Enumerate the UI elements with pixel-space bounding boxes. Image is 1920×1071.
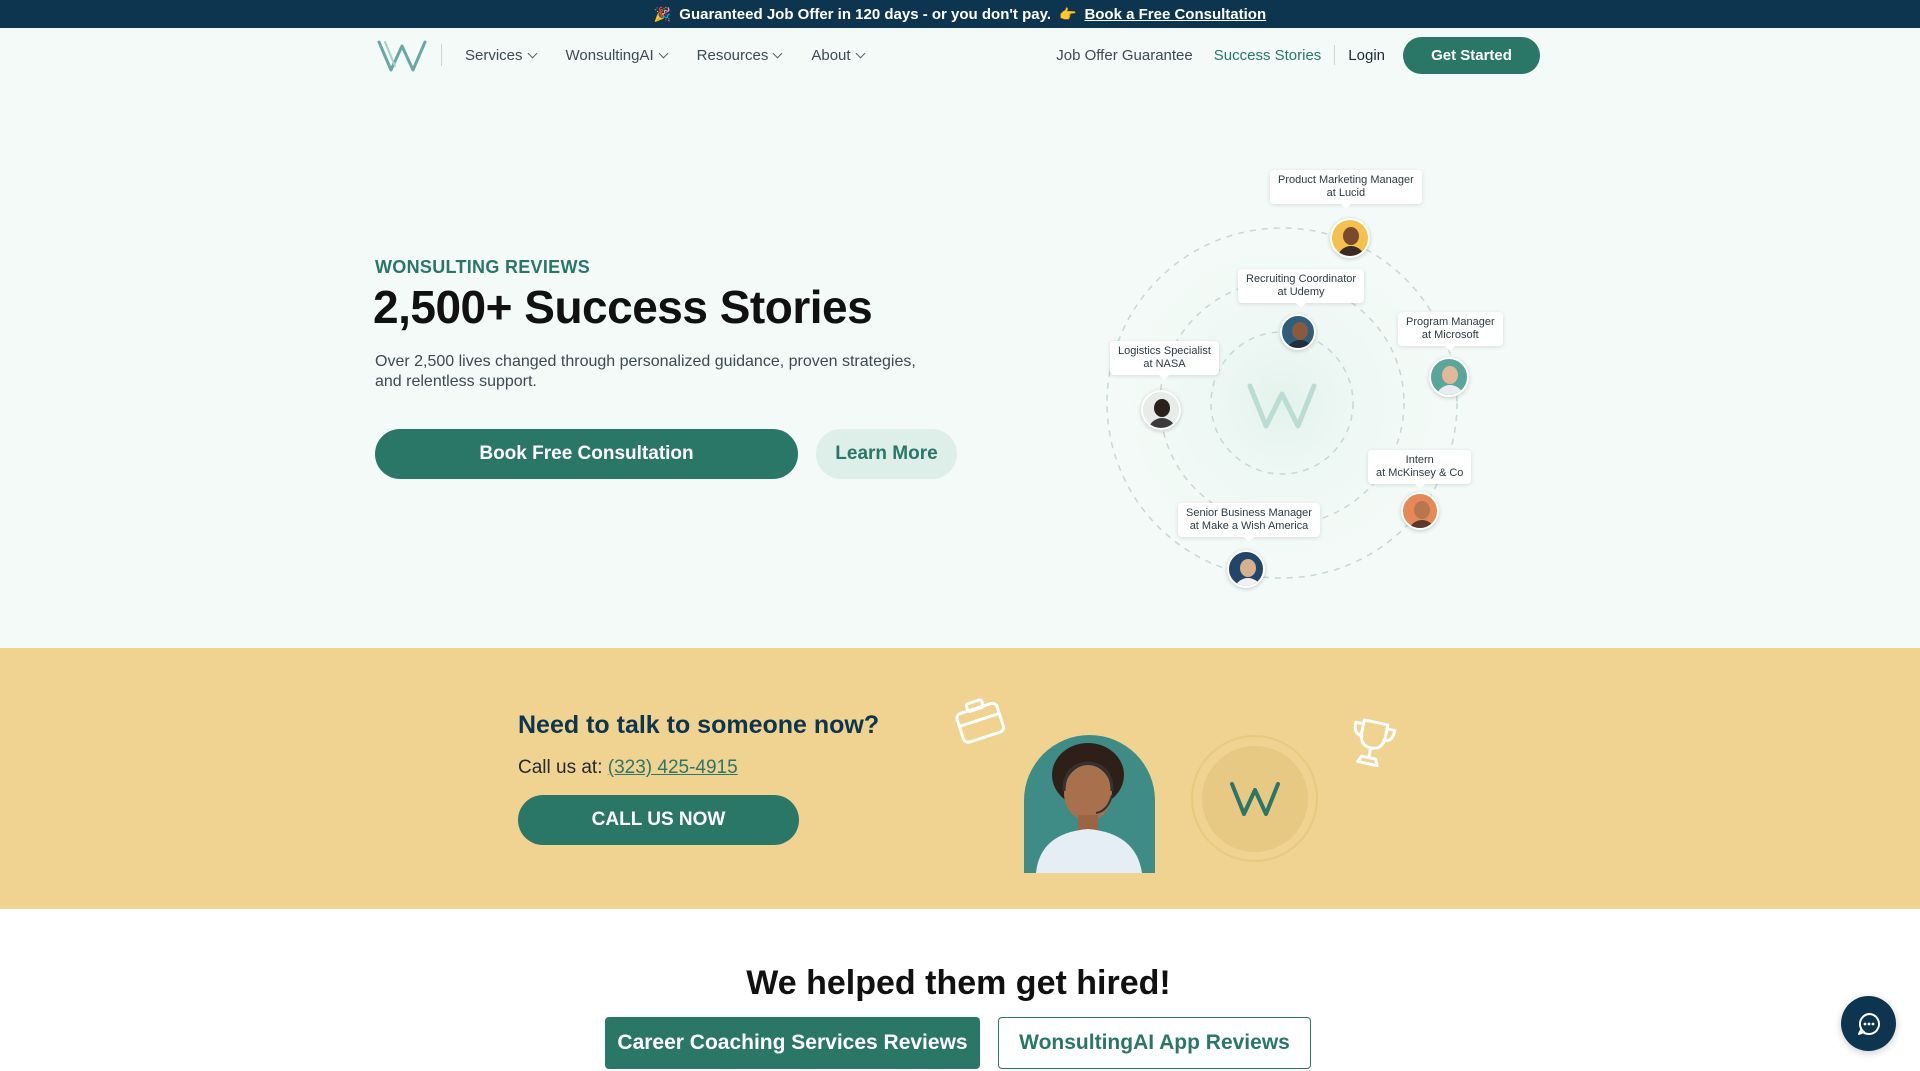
call-band [0,648,1920,909]
avatar [1280,314,1316,350]
book-free-consultation-button[interactable]: Book Free Consultation [375,429,798,479]
story-role: Program Manager [1406,316,1495,328]
chevron-down-icon [658,48,669,58]
party-icon: 🎉 [653,5,672,22]
story-company: at Udemy [1277,286,1325,298]
story-company: at NASA [1143,358,1186,370]
story-role: Product Marketing Manager [1278,174,1414,186]
hero-eyebrow: WONSULTING REVIEWS [375,257,591,277]
story-label: Senior Business Manager at Make a Wish A… [1178,503,1320,542]
call-prefix: Call us at: [518,757,603,778]
briefcase-icon [955,698,1006,744]
tab-career-coaching-reviews[interactable]: Career Coaching Services Reviews [605,1017,980,1069]
call-us-now-button[interactable]: CALL US NOW [518,795,799,845]
story-label: Product Marketing Manager at Lucid [1270,170,1422,209]
chevron-down-icon [772,48,783,58]
story-role: Intern [1405,454,1434,466]
success-stories-link[interactable]: Success Stories [1214,47,1322,64]
tab-wonsultingai-app-reviews[interactable]: WonsultingAI App Reviews [998,1017,1311,1069]
wonsulting-logo-icon [1229,781,1280,816]
nav-right: Job Offer Guarantee Success Stories Logi… [1056,28,1540,82]
get-started-button[interactable]: Get Started [1403,36,1540,74]
avatar [1141,390,1181,430]
job-offer-guarantee-link[interactable]: Job Offer Guarantee [1056,47,1192,64]
story-company: at Lucid [1326,187,1366,199]
story-role: Logistics Specialist [1118,345,1211,357]
call-band-title: Need to talk to someone now? [518,711,880,739]
nav-services[interactable]: Services [465,46,537,64]
story-label: Recruiting Coordinator at Udemy [1238,269,1365,308]
avatar [1330,218,1370,258]
avatar [1401,492,1439,530]
story-company: at Microsoft [1421,329,1479,341]
story-role: Recruiting Coordinator [1246,273,1357,285]
phone-link[interactable]: (323) 425-4915 [608,757,738,778]
main-nav: Services WonsultingAI Resources About Jo… [0,28,1920,82]
nav-wonsultingai[interactable]: WonsultingAI [565,46,669,64]
story-role: Senior Business Manager [1186,507,1312,519]
announcement-text: Guaranteed Job Offer in 120 days - or yo… [679,5,1051,23]
trophy-icon [1353,718,1397,768]
story-label: Intern at McKinsey & Co [1368,450,1472,489]
chat-widget-button[interactable] [1841,996,1896,1051]
wonsulting-badge-inner [1201,745,1308,852]
avatar [1227,550,1265,588]
learn-more-button[interactable]: Learn More [816,429,957,479]
nav-wonsultingai-label: WonsultingAI [565,46,654,64]
nav-about-label: About [811,46,851,64]
page-title: 2,500+ Success Stories [373,281,873,333]
nav-divider [441,44,442,66]
hero-description: Over 2,500 lives changed through persona… [375,353,916,390]
pointing-hand-icon: 👉 [1059,5,1077,22]
call-us-text: Call us at: (323) 425-4915 [518,757,738,779]
story-label: Program Manager at Microsoft [1398,312,1503,351]
avatar [1429,357,1469,397]
nav-services-label: Services [465,46,523,64]
nav-menu: Services WonsultingAI Resources About [465,28,865,82]
reviews-title: We helped them get hired! [746,964,1171,1002]
chevron-down-icon [527,48,537,58]
nav-resources[interactable]: Resources [696,46,783,64]
story-company: at McKinsey & Co [1376,467,1464,479]
support-agent-photo [1024,735,1155,873]
book-consultation-link[interactable]: Book a Free Consultation [1084,6,1266,23]
story-label: Logistics Specialist at NASA [1110,341,1219,380]
wonsulting-badge [1191,735,1318,862]
nav-about[interactable]: About [811,46,865,64]
nav-resources-label: Resources [696,46,769,64]
announcement-bar: 🎉 Guaranteed Job Offer in 120 days - or … [0,0,1920,28]
wonsulting-logo-icon[interactable] [375,36,429,76]
chat-bubble-icon [1857,1012,1880,1035]
story-company: at Make a Wish America [1189,520,1309,532]
chevron-down-icon [855,48,865,58]
login-link[interactable]: Login [1348,47,1385,64]
success-stories-orbit: Product Marketing Manager at Lucid Recru… [1090,150,1530,600]
nav-divider [1334,45,1336,65]
